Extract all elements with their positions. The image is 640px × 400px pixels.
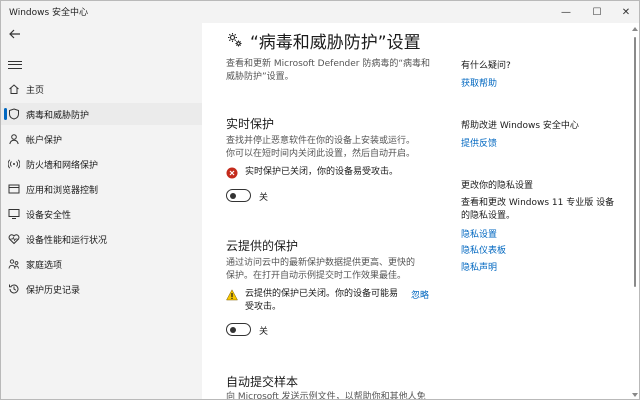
window-title: Windows 安全中心 <box>9 8 89 18</box>
scrollbar[interactable] <box>629 23 639 399</box>
realtime-protection-description: 查找并停止恶意软件在你的设备上安装或运行。 你可以在短时间内关闭此设置，然后自动… <box>226 135 415 161</box>
cloud-status-line: 受攻击。 <box>245 302 282 312</box>
sidebar-item-label: 防火墙和网络保护 <box>26 160 99 171</box>
cloud-status-text: 云提供的保护已关闭。你的设备可能易 受攻击。 <box>245 288 398 314</box>
sidebar-item-firewall[interactable]: 防火墙和网络保护 <box>1 153 202 175</box>
title-bar: Windows 安全中心 — ☐ ✕ <box>1 1 639 23</box>
shield-icon <box>7 107 21 121</box>
sidebar-item-label: 病毒和威胁防护 <box>26 110 90 121</box>
sidebar-item-app-browser[interactable]: 应用和浏览器控制 <box>1 178 202 200</box>
sidebar: 主页 病毒和威胁防护 帐户保护 防火墙和网络保护 应用和浏览器控制 设备安全性 … <box>1 23 202 399</box>
home-icon <box>7 82 21 96</box>
cloud-toggle-label: 关 <box>259 327 269 337</box>
get-help-link[interactable]: 获取帮助 <box>461 76 497 89</box>
cloud-protection-title: 云提供的保护 <box>226 239 299 253</box>
toggle-knob <box>230 326 236 333</box>
scroll-up-icon[interactable] <box>632 27 638 31</box>
minimize-icon: — <box>561 6 571 18</box>
cloud-protection-description: 通过访问云中的最新保护数据提供更高、更快的 保护。在打开自动示例提交时工作效果最… <box>226 257 415 283</box>
sidebar-item-label: 帐户保护 <box>26 135 63 146</box>
privacy-heading: 更改你的隐私设置 <box>461 181 534 191</box>
scroll-down-icon[interactable] <box>632 393 638 397</box>
sidebar-item-label: 保护历史记录 <box>26 285 81 296</box>
sample-submission-title: 自动提交样本 <box>226 375 299 389</box>
sidebar-item-label: 主页 <box>26 85 45 96</box>
page-title: “病毒和威胁防护”设置 <box>250 32 421 53</box>
sidebar-item-protection-history[interactable]: 保护历史记录 <box>1 278 202 300</box>
description-line: 查找并停止恶意软件在你的设备上安装或运行。 <box>226 136 416 146</box>
sidebar-item-family-options[interactable]: 家庭选项 <box>1 253 202 275</box>
sidebar-item-device-security[interactable]: 设备安全性 <box>1 203 202 225</box>
hamburger-line <box>8 60 22 62</box>
sidebar-item-account-protection[interactable]: 帐户保护 <box>1 128 202 150</box>
menu-button[interactable] <box>7 58 23 72</box>
realtime-status-text: 实时保护已关闭，你的设备易受攻击。 <box>245 167 399 177</box>
app-window-icon <box>7 182 21 196</box>
app-window: Windows 安全中心 — ☐ ✕ 主页 病毒和威胁防护 帐户保护 防火墙和网… <box>0 0 640 400</box>
related-panel: 有什么疑问? 获取帮助 帮助改进 Windows 安全中心 提供反馈 更改你的隐… <box>461 23 627 399</box>
description-line: 威胁防护”设置。 <box>226 72 294 82</box>
sidebar-item-label: 家庭选项 <box>26 260 63 271</box>
sidebar-item-label: 设备性能和运行状况 <box>26 235 108 246</box>
sidebar-item-label: 应用和浏览器控制 <box>26 185 99 196</box>
cloud-status: 云提供的保护已关闭。你的设备可能易 受攻击。 <box>226 288 441 314</box>
error-icon <box>226 167 238 179</box>
back-arrow-icon <box>9 29 20 39</box>
description-line: 保护。在打开自动示例提交时工作效果最佳。 <box>226 271 407 281</box>
sidebar-item-home[interactable]: 主页 <box>1 78 202 100</box>
privacy-text-line: 查看和更改 Windows 11 专业版 设备 <box>461 198 615 208</box>
sample-submission-description: 向 Microsoft 发送示例文件，以帮助你和其他人免 <box>226 392 426 400</box>
improve-heading: 帮助改进 Windows 安全中心 <box>461 121 579 131</box>
minimize-button[interactable]: — <box>551 1 581 23</box>
privacy-statement-link[interactable]: 隐私声明 <box>461 260 497 273</box>
close-icon: ✕ <box>621 6 631 18</box>
page-header: “病毒和威胁防护”设置 <box>226 29 421 53</box>
back-button[interactable] <box>7 26 23 42</box>
toggle-knob <box>230 192 236 199</box>
realtime-protection-toggle[interactable] <box>226 189 251 202</box>
sidebar-item-label: 设备安全性 <box>26 210 72 221</box>
family-icon <box>7 257 21 271</box>
description-line: 查看和更新 Microsoft Defender 防病毒的“病毒和 <box>226 59 431 69</box>
question-heading: 有什么疑问? <box>461 61 511 71</box>
maximize-button[interactable]: ☐ <box>582 1 612 23</box>
privacy-text-line: 的隐私设置。 <box>461 211 516 221</box>
sidebar-item-device-performance[interactable]: 设备性能和运行状况 <box>1 228 202 250</box>
description-line: 通过访问云中的最新保护数据提供更高、更快的 <box>226 258 416 268</box>
hamburger-line <box>8 67 22 70</box>
cloud-protection-toggle[interactable] <box>226 323 251 336</box>
maximize-icon: ☐ <box>592 6 602 18</box>
warning-icon <box>226 289 238 301</box>
privacy-settings-link[interactable]: 隐私设置 <box>461 227 497 240</box>
realtime-status: 实时保护已关闭，你的设备易受攻击。 <box>226 166 398 179</box>
close-button[interactable]: ✕ <box>611 1 639 23</box>
privacy-text: 查看和更改 Windows 11 专业版 设备 的隐私设置。 <box>461 197 621 223</box>
heart-icon <box>7 232 21 246</box>
realtime-protection-title: 实时保护 <box>226 117 275 131</box>
privacy-dashboard-link[interactable]: 隐私仪表板 <box>461 243 506 256</box>
scroll-thumb[interactable] <box>634 37 636 287</box>
realtime-toggle-label: 关 <box>259 193 269 203</box>
feedback-link[interactable]: 提供反馈 <box>461 136 497 149</box>
cloud-status-line: 云提供的保护已关闭。你的设备可能易 <box>245 289 399 299</box>
person-icon <box>7 132 21 146</box>
sidebar-item-virus-protection[interactable]: 病毒和威胁防护 <box>1 103 202 125</box>
dismiss-link[interactable]: 忽略 <box>411 288 429 301</box>
hamburger-line <box>8 64 22 66</box>
monitor-icon <box>7 207 21 221</box>
wifi-icon <box>7 157 21 171</box>
description-line: 你可以在短时间内关闭此设置，然后自动开启。 <box>226 149 416 159</box>
history-icon <box>7 282 21 296</box>
page-description: 查看和更新 Microsoft Defender 防病毒的“病毒和 威胁防护”设… <box>226 58 430 84</box>
gear-icon <box>228 33 242 47</box>
